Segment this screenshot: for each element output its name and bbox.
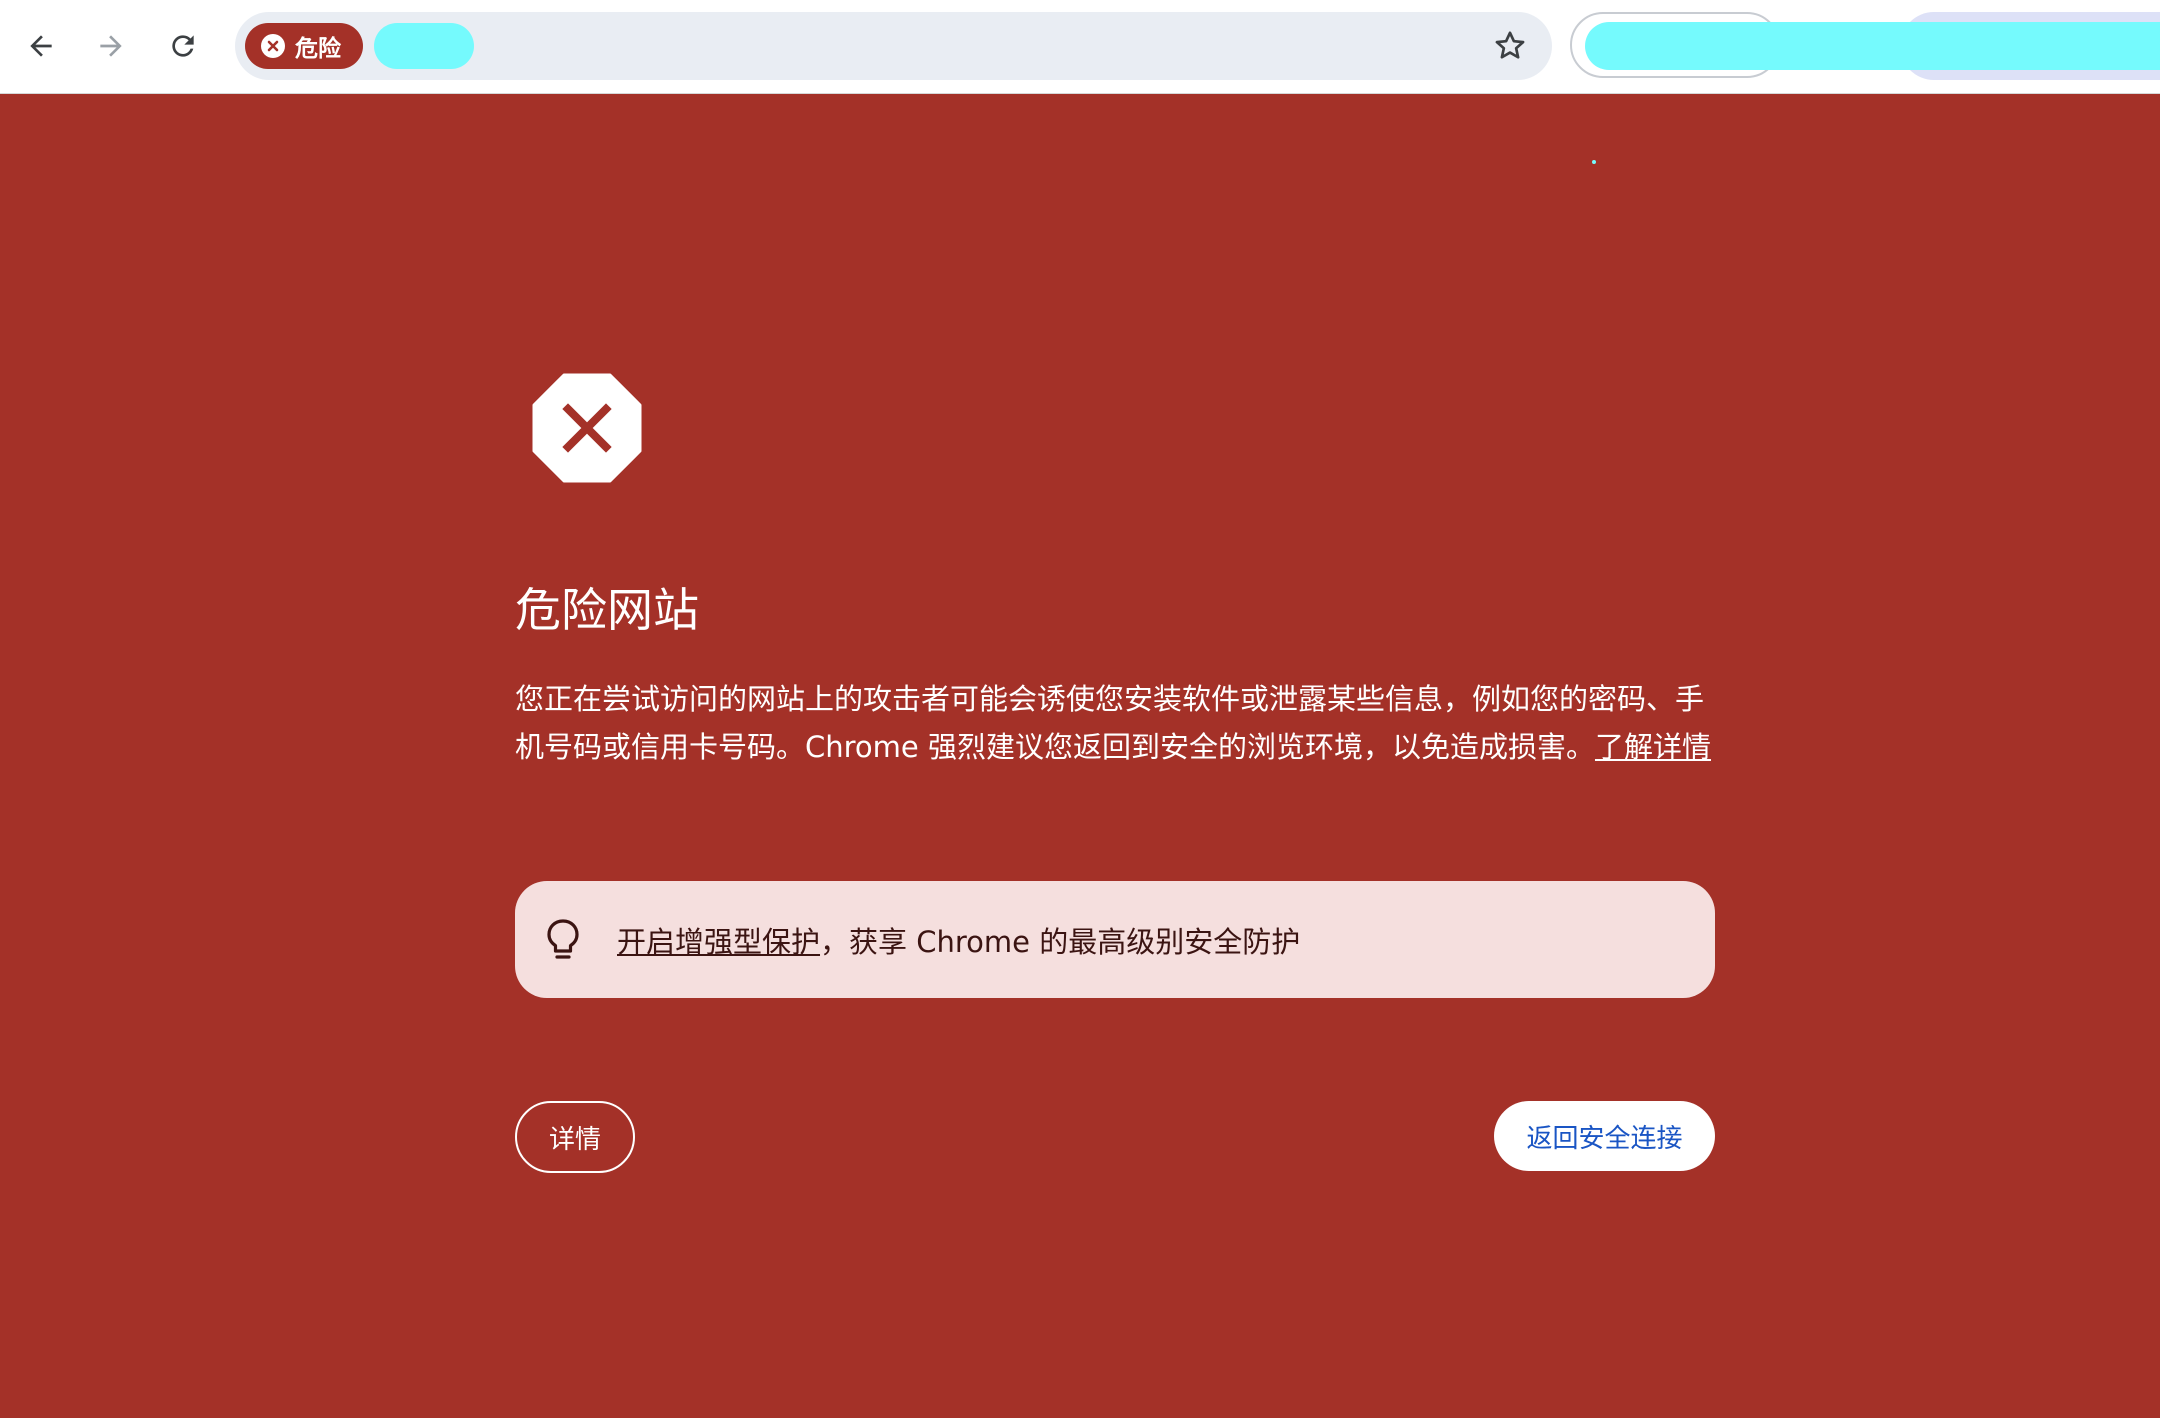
browser-toolbar: 危险 bbox=[0, 0, 2160, 94]
reload-icon bbox=[172, 35, 194, 57]
learn-more-link[interactable]: 了解详情 bbox=[1595, 730, 1711, 764]
forward-button[interactable] bbox=[85, 20, 137, 72]
address-bar[interactable]: 危险 bbox=[235, 12, 1552, 80]
back-button[interactable] bbox=[15, 20, 67, 72]
toolbar-redacted-area bbox=[1585, 22, 2160, 70]
warning-body-text: 您正在尝试访问的网站上的攻击者可能会诱使您安装软件或泄露某些信息，例如您的密码、… bbox=[515, 682, 1705, 764]
stop-sign-x-icon bbox=[532, 373, 642, 483]
warning-body: 您正在尝试访问的网站上的攻击者可能会诱使您安装软件或泄露某些信息，例如您的密码、… bbox=[515, 675, 1715, 771]
star-icon bbox=[1495, 31, 1525, 59]
page-heading: 危险网站 bbox=[515, 583, 699, 637]
security-chip[interactable]: 危险 bbox=[245, 23, 363, 69]
redaction-dot bbox=[1592, 160, 1596, 164]
reload-button[interactable] bbox=[157, 20, 209, 72]
lightbulb-icon bbox=[547, 918, 579, 959]
back-arrow-icon bbox=[30, 35, 52, 57]
url-text-redacted bbox=[374, 23, 474, 69]
promo-text: 开启增强型保护，获享 Chrome 的最高级别安全防护 bbox=[617, 919, 1300, 961]
enhanced-protection-promo: 开启增强型保护，获享 Chrome 的最高级别安全防护 bbox=[515, 881, 1715, 998]
enable-enhanced-protection-link[interactable]: 开启增强型保护 bbox=[617, 925, 820, 959]
bookmark-button[interactable] bbox=[1488, 24, 1532, 68]
promo-text-suffix: ，获享 Chrome 的最高级别安全防护 bbox=[820, 924, 1301, 959]
details-button[interactable]: 详情 bbox=[515, 1101, 635, 1173]
forward-arrow-icon bbox=[100, 35, 122, 57]
error-circle-icon bbox=[261, 34, 285, 58]
security-chip-label: 危险 bbox=[295, 36, 341, 62]
back-to-safety-button[interactable]: 返回安全连接 bbox=[1494, 1101, 1715, 1171]
